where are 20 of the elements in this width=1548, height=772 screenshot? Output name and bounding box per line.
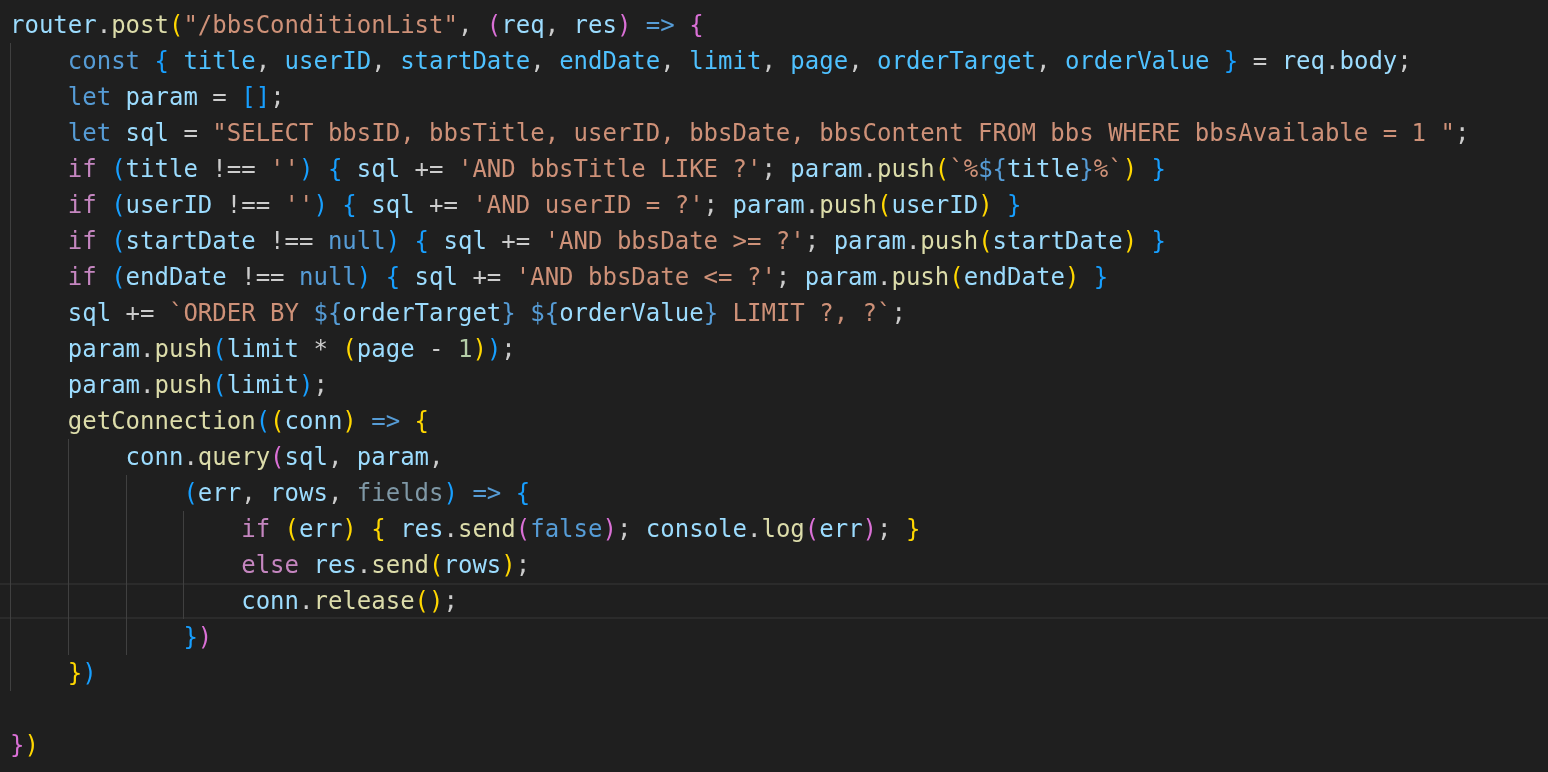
code-line: if (title !== '') { sql += 'AND bbsTitle LIKE ?'; param.push(`%${title}%`) } bbox=[0, 151, 1548, 187]
code-line: }) bbox=[9, 730, 40, 761]
code-line: getConnection((conn) => { bbox=[0, 403, 1548, 439]
code-line: conn.release(); bbox=[0, 583, 1548, 619]
code-line: param.push(limit * (page - 1)); bbox=[0, 331, 1548, 367]
code-line: sql += `ORDER BY ${orderTarget} ${orderValue} LIMIT ?, ?`; bbox=[0, 295, 1548, 331]
code-line: const { title, userID, startDate, endDate, limit, page, orderTarget, orderValue } = req.body; bbox=[0, 43, 1548, 79]
code-line: if (userID !== '') { sql += 'AND userID = ?'; param.push(userID) } bbox=[0, 187, 1548, 223]
code-line: else res.send(rows); bbox=[0, 547, 1548, 583]
code-line: }) bbox=[0, 655, 1548, 691]
code-line: router.post("/bbsConditionList", (req, res) => { bbox=[9, 10, 705, 41]
code-line: let param = []; bbox=[0, 79, 1548, 115]
code-line: if (err) { res.send(false); console.log(err); } bbox=[0, 511, 1548, 547]
code-line: let sql = "SELECT bbsID, bbsTitle, userID, bbsDate, bbsContent FROM bbs WHERE bbsAvailable = 1 "; bbox=[0, 115, 1548, 151]
code-line: if (endDate !== null) { sql += 'AND bbsDate <= ?'; param.push(endDate) } bbox=[0, 259, 1548, 295]
code-line: conn.query(sql, param, bbox=[0, 439, 1548, 475]
code-line: }) bbox=[0, 619, 1548, 655]
code-line: param.push(limit); bbox=[0, 367, 1548, 403]
code-line: (err, rows, fields) => { bbox=[0, 475, 1548, 511]
code-line: if (startDate !== null) { sql += 'AND bbsDate >= ?'; param.push(startDate) } bbox=[0, 223, 1548, 259]
